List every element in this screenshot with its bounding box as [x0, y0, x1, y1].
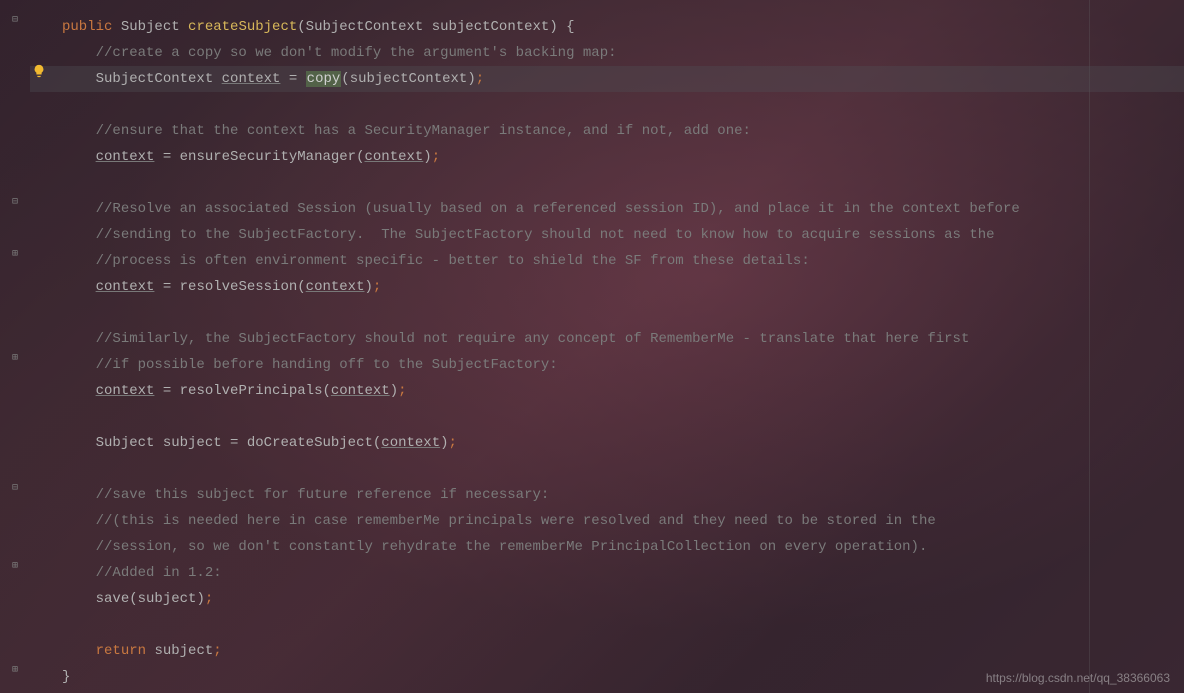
code-line: [62, 92, 1184, 118]
lightbulb-icon[interactable]: [32, 64, 46, 78]
code-line: //save this subject for future reference…: [62, 482, 1184, 508]
code-line: //session, so we don't constantly rehydr…: [62, 534, 1184, 560]
code-editor[interactable]: ⊟ ⊟ ⊞ ⊞ ⊟ ⊞ ⊞ public Subject createSubje…: [0, 0, 1184, 693]
code-line: //ensure that the context has a Security…: [62, 118, 1184, 144]
gutter: ⊟ ⊟ ⊞ ⊞ ⊟ ⊞ ⊞: [0, 0, 30, 693]
code-line: context = resolvePrincipals(context);: [62, 378, 1184, 404]
code-line: [62, 300, 1184, 326]
fold-marker[interactable]: ⊞: [10, 352, 20, 364]
code-line: context = ensureSecurityManager(context)…: [62, 144, 1184, 170]
code-line: context = resolveSession(context);: [62, 274, 1184, 300]
code-line: [62, 612, 1184, 638]
code-line: //create a copy so we don't modify the a…: [62, 40, 1184, 66]
code-line: return subject;: [62, 638, 1184, 664]
code-line: //(this is needed here in case rememberM…: [62, 508, 1184, 534]
code-line: //Resolve an associated Session (usually…: [62, 196, 1184, 222]
code-line: Subject subject = doCreateSubject(contex…: [62, 430, 1184, 456]
watermark: https://blog.csdn.net/qq_38366063: [986, 671, 1170, 685]
code-line: save(subject);: [62, 586, 1184, 612]
code-line: [62, 456, 1184, 482]
code-line: [62, 404, 1184, 430]
code-line: //Added in 1.2:: [62, 560, 1184, 586]
fold-marker[interactable]: ⊟: [10, 196, 20, 208]
code-line: [62, 170, 1184, 196]
fold-marker[interactable]: ⊞: [10, 560, 20, 572]
code-line: //process is often environment specific …: [62, 248, 1184, 274]
code-area[interactable]: public Subject createSubject(SubjectCont…: [30, 0, 1184, 693]
fold-marker[interactable]: ⊞: [10, 248, 20, 260]
code-line: //sending to the SubjectFactory. The Sub…: [62, 222, 1184, 248]
fold-marker[interactable]: ⊟: [10, 482, 20, 494]
fold-marker[interactable]: ⊞: [10, 664, 20, 676]
code-line: public Subject createSubject(SubjectCont…: [62, 14, 1184, 40]
code-line-current: SubjectContext context = copy(subjectCon…: [30, 66, 1184, 92]
code-line: //if possible before handing off to the …: [62, 352, 1184, 378]
fold-marker[interactable]: ⊟: [10, 14, 20, 26]
code-line: //Similarly, the SubjectFactory should n…: [62, 326, 1184, 352]
